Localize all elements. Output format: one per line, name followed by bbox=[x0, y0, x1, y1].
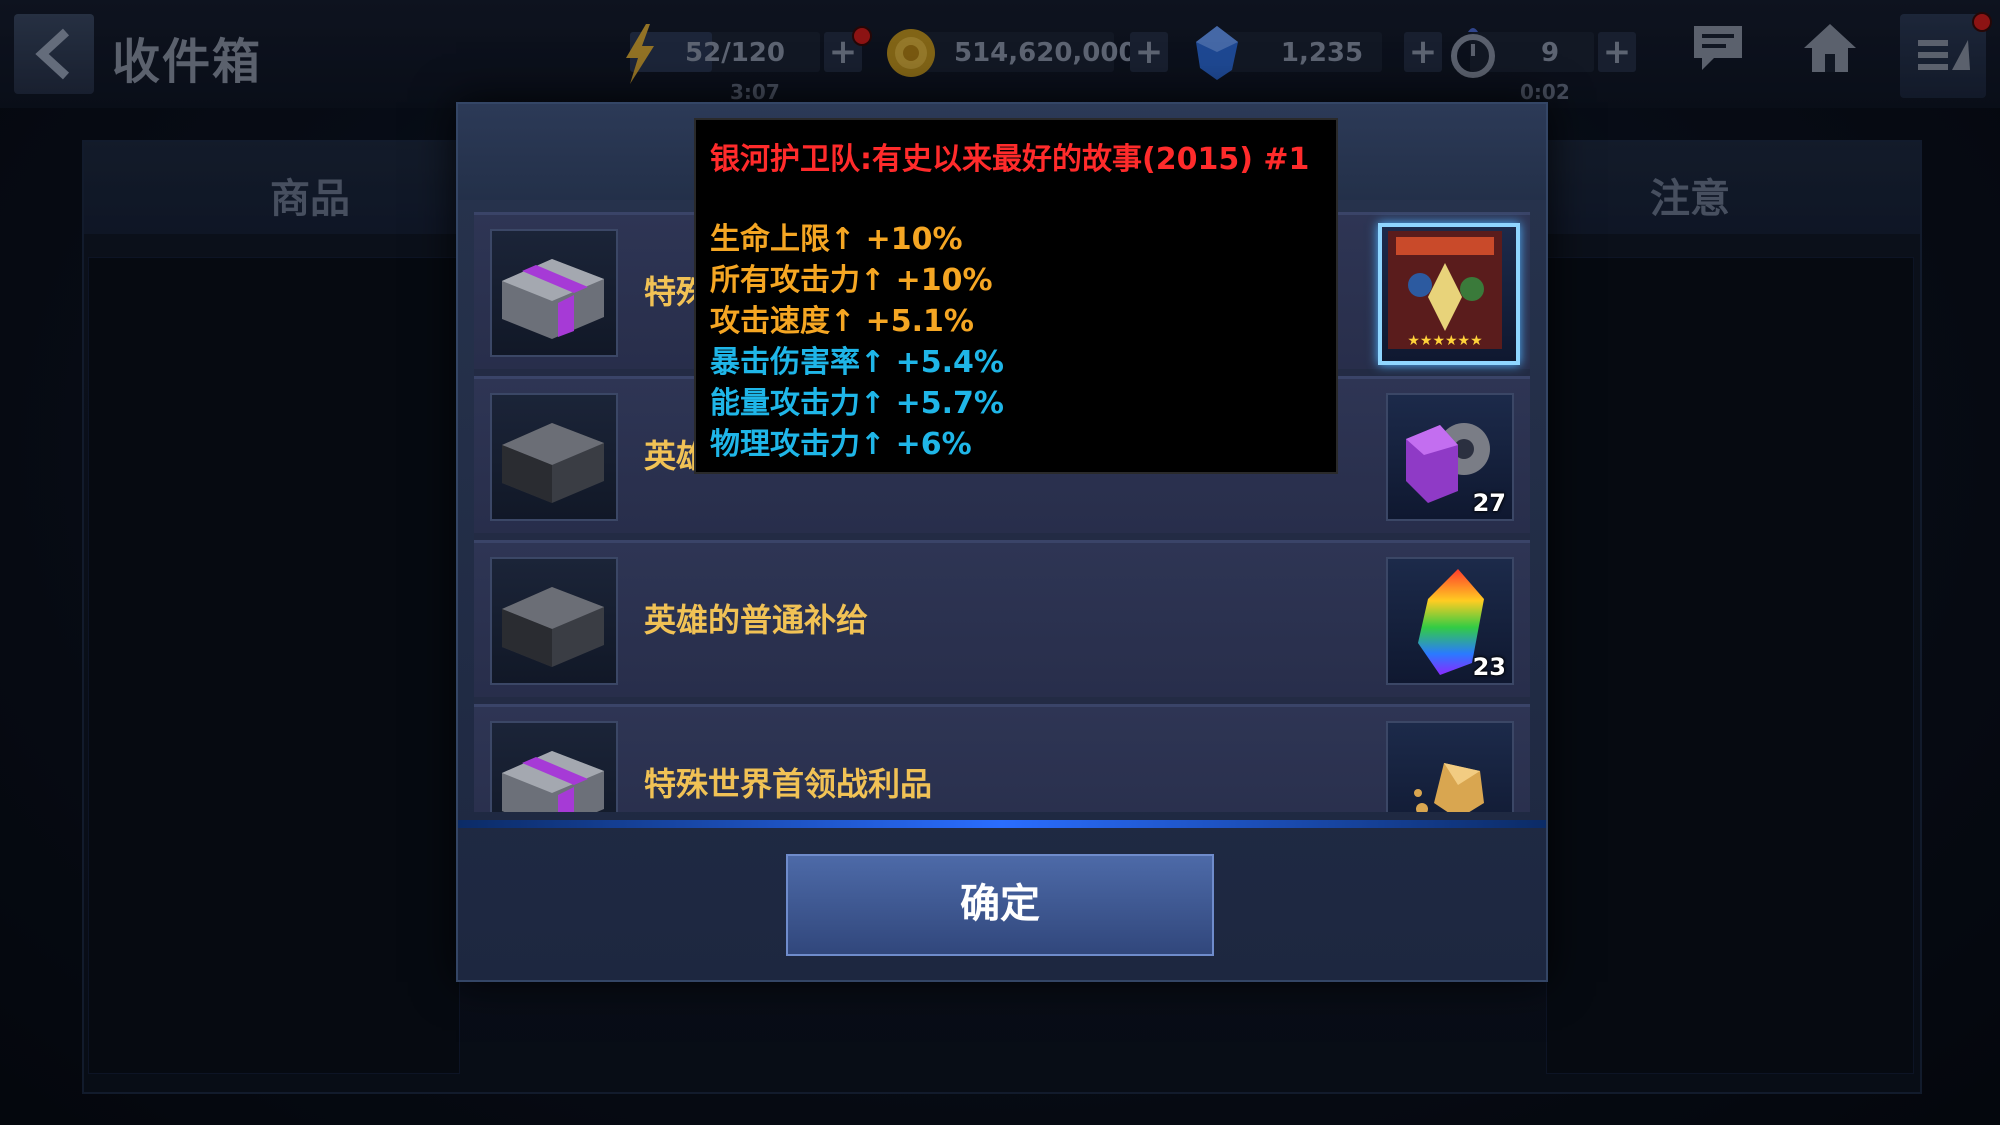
reward-count: 23 bbox=[1472, 653, 1506, 681]
tooltip-stat: 所有攻击力↑ +10% bbox=[710, 263, 993, 298]
reward-slot-selected[interactable]: ★★★★★★ bbox=[1378, 223, 1520, 365]
grey-chest-icon bbox=[502, 423, 604, 503]
tooltip-stat: 生命上限↑ +10% bbox=[710, 222, 963, 257]
comic-card-icon: ★★★★★★ bbox=[1388, 231, 1502, 349]
reward-slot[interactable] bbox=[1386, 721, 1514, 812]
modal-divider bbox=[458, 820, 1546, 828]
item-box bbox=[490, 557, 618, 685]
list-item[interactable]: 英雄的普通补给 23 bbox=[474, 540, 1530, 697]
tooltip-title: 银河护卫队:有史以来最好的故事(2015) #1 bbox=[710, 142, 1310, 177]
reward-count: 27 bbox=[1472, 489, 1506, 517]
tooltip-stat: 暴击伤害率↑ +5.4% bbox=[710, 345, 1004, 380]
confirm-button[interactable]: 确定 bbox=[786, 854, 1214, 956]
purple-chest-icon bbox=[502, 751, 604, 812]
reward-slot[interactable]: 27 bbox=[1386, 393, 1514, 521]
item-box bbox=[490, 393, 618, 521]
item-box bbox=[490, 721, 618, 812]
svg-text:★★★★★★: ★★★★★★ bbox=[1407, 333, 1482, 349]
gold-ore-icon bbox=[1414, 763, 1484, 812]
reward-slot[interactable]: 23 bbox=[1386, 557, 1514, 685]
item-tooltip: 银河护卫队:有史以来最好的故事(2015) #1 生命上限↑ +10% 所有攻击… bbox=[694, 118, 1338, 474]
list-item[interactable]: 特殊世界首领战利品 bbox=[474, 704, 1530, 812]
tooltip-stat: 物理攻击力↑ +6% bbox=[710, 427, 972, 462]
tooltip-stat: 能量攻击力↑ +5.7% bbox=[710, 386, 1004, 421]
item-name: 特殊世界首领战利品 bbox=[644, 765, 933, 803]
item-name: 英雄的普通补给 bbox=[644, 601, 869, 639]
item-box bbox=[490, 229, 618, 357]
grey-chest-icon bbox=[502, 587, 604, 667]
purple-chest-icon bbox=[502, 259, 604, 339]
tooltip-stat: 攻击速度↑ +5.1% bbox=[710, 304, 974, 339]
